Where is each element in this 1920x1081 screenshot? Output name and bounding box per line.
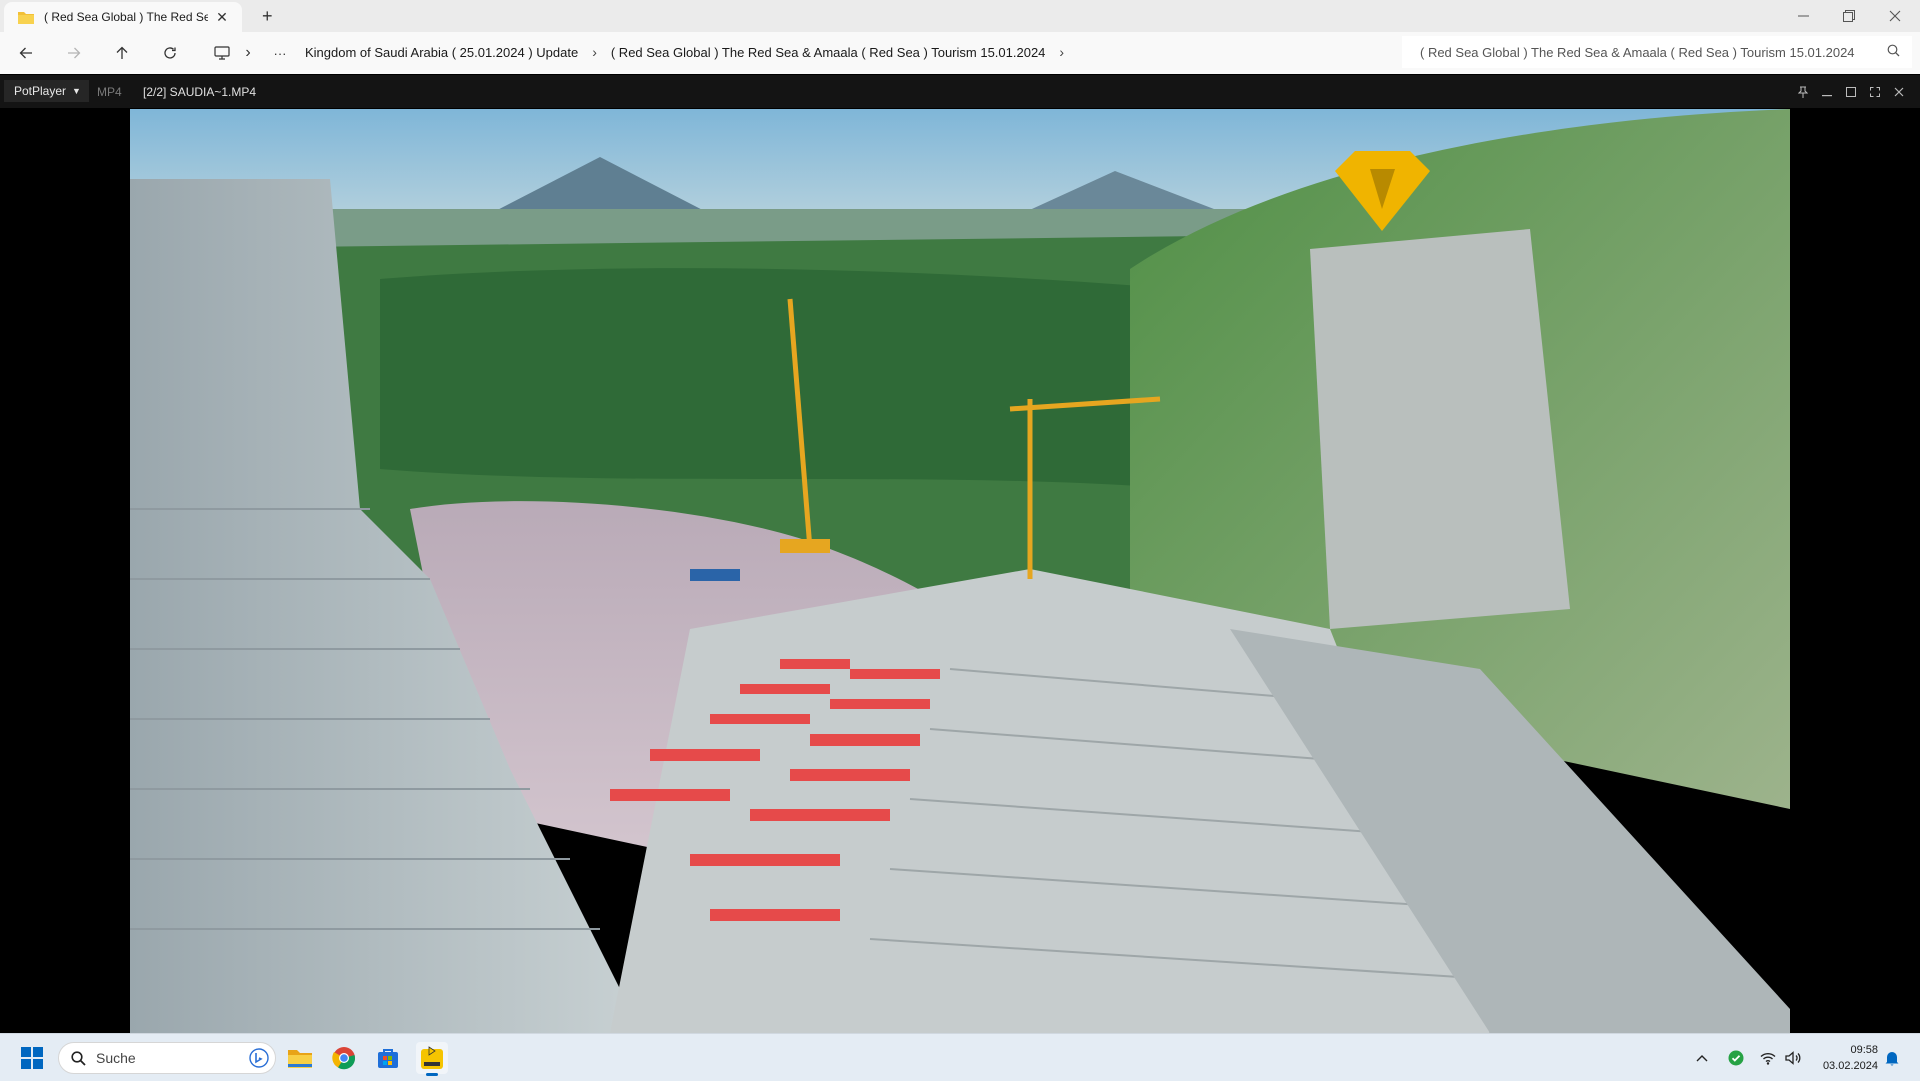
minimize-window-button[interactable] (1780, 0, 1826, 32)
active-app-indicator (426, 1073, 438, 1076)
up-arrow-icon (116, 46, 128, 59)
refresh-icon (164, 47, 176, 59)
file-explorer-icon[interactable] (284, 1042, 316, 1074)
back-arrow-icon (19, 47, 32, 59)
bing-icon[interactable] (249, 1048, 269, 1071)
potplayer-menu-button[interactable]: PotPlayer ▼ (4, 80, 89, 102)
pin-icon[interactable] (1794, 83, 1812, 101)
folder-icon (18, 11, 34, 24)
close-tab-icon[interactable]: ✕ (214, 9, 230, 26)
close-window-button[interactable] (1872, 0, 1918, 32)
monitor-icon (214, 46, 230, 60)
forward-button[interactable] (62, 42, 86, 64)
file-format: MP4 (97, 85, 122, 99)
breadcrumb: Kingdom of Saudi Arabia ( 25.01.2024 ) U… (305, 36, 1495, 68)
search-text: ( Red Sea Global ) The Red Sea & Amaala … (1420, 44, 1855, 60)
start-button[interactable] (16, 1042, 48, 1074)
close-player-icon[interactable] (1890, 83, 1908, 101)
tab-title: ( Red Sea Global ) The Red Sea & Amaala … (44, 10, 208, 24)
notification-bell-icon[interactable] (1880, 1042, 1904, 1074)
breadcrumb-item[interactable]: ( Red Sea Global ) The Red Sea & Amaala … (611, 45, 1046, 60)
potplayer-icon[interactable] (416, 1042, 448, 1076)
clock-time: 09:58 (1850, 1044, 1878, 1056)
minimize-icon[interactable] (1818, 83, 1836, 101)
breadcrumb-item[interactable]: Kingdom of Saudi Arabia ( 25.01.2024 ) U… (305, 45, 578, 60)
explorer-tab[interactable]: ( Red Sea Global ) The Red Sea & Amaala … (4, 2, 242, 32)
chevron-down-icon: ▼ (72, 86, 81, 96)
up-button[interactable] (110, 42, 134, 64)
more-crumbs-button[interactable]: ··· (268, 42, 292, 64)
new-tab-button[interactable]: + (262, 6, 273, 27)
taskbar-search-input[interactable]: Suche (58, 1042, 276, 1074)
address-bar: › ··· Kingdom of Saudi Arabia ( 25.01.20… (0, 32, 1920, 74)
clock[interactable]: 09:58 03.02.2024 (1823, 1042, 1878, 1074)
chevron-up-icon[interactable] (1690, 1042, 1714, 1074)
player-title-bar: PotPlayer ▼ MP4 [2/2] SAUDIA~1.MP4 (0, 75, 1920, 108)
chevron-right-icon[interactable]: › (240, 42, 256, 64)
clock-date: 03.02.2024 (1822, 1060, 1878, 1072)
chevron-right-icon[interactable]: › (1059, 44, 1064, 60)
restore-window-button[interactable] (1826, 0, 1872, 32)
this-pc-button[interactable] (210, 42, 234, 64)
taskbar-search-placeholder: Suche (96, 1050, 136, 1066)
search-input[interactable]: ( Red Sea Global ) The Red Sea & Amaala … (1402, 36, 1912, 68)
back-button[interactable] (14, 42, 38, 64)
maximize-icon[interactable] (1842, 83, 1860, 101)
volume-icon[interactable] (1782, 1042, 1806, 1074)
fullscreen-icon[interactable] (1866, 83, 1884, 101)
dam-construction-scene (130, 109, 1790, 1033)
refresh-button[interactable] (158, 42, 182, 64)
file-name: [2/2] SAUDIA~1.MP4 (143, 85, 257, 99)
potplayer-menu-label: PotPlayer (14, 84, 67, 98)
search-icon (71, 1050, 86, 1066)
windows-logo-icon (21, 1047, 43, 1069)
search-icon (1887, 44, 1900, 60)
video-player: PotPlayer ▼ MP4 [2/2] SAUDIA~1.MP4 (0, 75, 1920, 1033)
title-bar: ( Red Sea Global ) The Red Sea & Amaala … (0, 0, 1920, 32)
wifi-icon[interactable] (1756, 1042, 1780, 1074)
chevron-right-icon[interactable]: › (592, 44, 597, 60)
security-check-icon[interactable] (1724, 1042, 1748, 1074)
video-frame[interactable] (130, 109, 1790, 1033)
taskbar: Suche 09:58 03.02.2024 (0, 1033, 1920, 1081)
microsoft-store-icon[interactable] (372, 1042, 404, 1074)
forward-arrow-icon (68, 47, 81, 59)
chrome-icon[interactable] (328, 1042, 360, 1074)
